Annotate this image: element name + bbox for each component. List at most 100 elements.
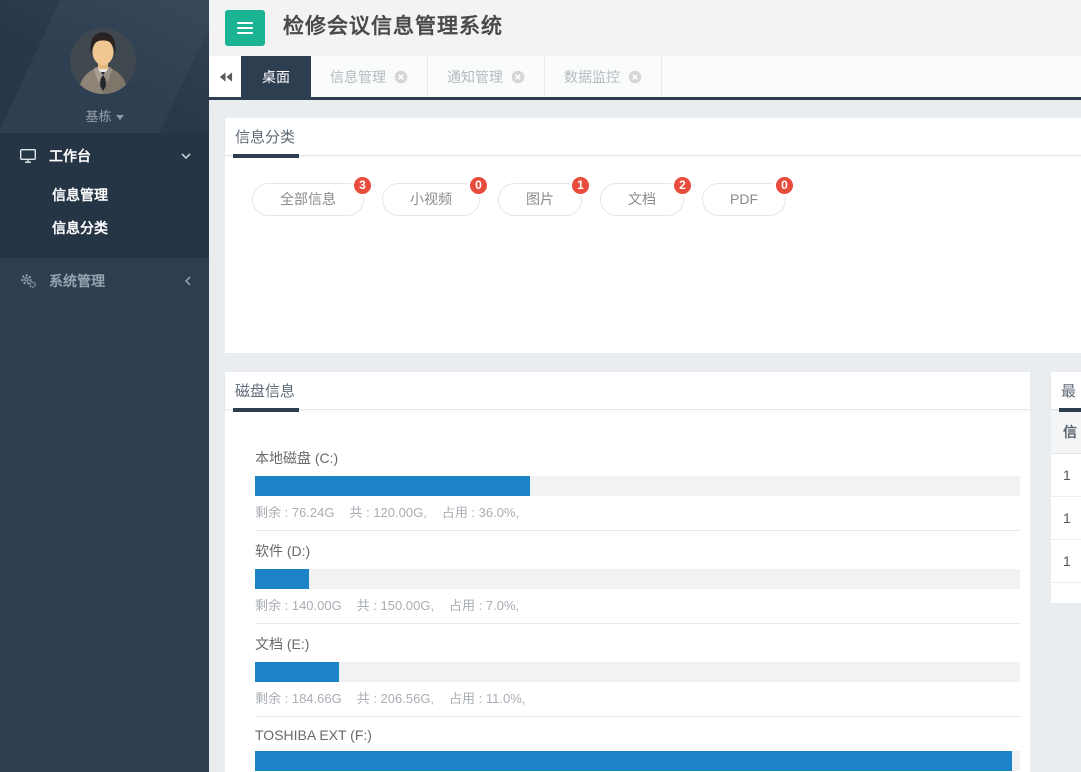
disk-used-percent: 占用 : 36.0%, — [442, 502, 519, 521]
disk-entry-disk-d: 软件 (D:) 剩余 : 140.00G 共 : 150.00G, 占用 : 7.0%… — [255, 541, 1020, 624]
pill-label: 文档 — [628, 191, 656, 207]
tab-bar: 桌面 信息管理 通知管理 数据监控 — [209, 56, 1081, 100]
panel-title: 信息分类 — [235, 126, 295, 147]
nav-group-workbench: 工作台 信息管理 信息分类 — [0, 133, 209, 258]
pill-label: 全部信息 — [280, 191, 336, 207]
sidebar-toggle-button[interactable] — [225, 10, 265, 46]
panel-latest-info: 最 信 111 — [1051, 372, 1081, 603]
disk-progress-track — [255, 476, 1020, 496]
table-row[interactable]: 1 — [1051, 454, 1081, 497]
disk-total: 共 : 150.00G, — [357, 595, 434, 614]
disk-label: 本地磁盘 (C:) — [255, 448, 1020, 468]
panel-title: 磁盘信息 — [235, 380, 295, 401]
caret-down-icon — [116, 108, 124, 123]
sidebar-item-info-category[interactable]: 信息分类 — [0, 212, 209, 245]
tabs-rewind-button[interactable] — [209, 56, 241, 97]
category-pill-pdf[interactable]: PDF0 — [702, 183, 786, 216]
profile-section: 基栋 — [0, 0, 209, 133]
badge-count: 0 — [774, 175, 795, 196]
tab-label: 通知管理 — [447, 67, 503, 87]
divider — [255, 623, 1020, 624]
badge-count: 2 — [672, 175, 693, 196]
tab-notification-management[interactable]: 通知管理 — [428, 56, 545, 97]
sidebar-item-info-management[interactable]: 信息管理 — [0, 179, 209, 212]
hamburger-icon — [237, 22, 253, 24]
disk-list: 本地磁盘 (C:) 剩余 : 76.24G 共 : 120.00G, 占用 : 36.… — [225, 410, 1030, 772]
sidebar-nav: 工作台 信息管理 信息分类 系统管理 — [0, 133, 209, 303]
pill-label: 小视频 — [410, 191, 452, 207]
panel-title: 最 — [1061, 380, 1076, 401]
disk-used-percent: 占用 : 11.0%, — [449, 688, 525, 707]
table-row[interactable]: 1 — [1051, 540, 1081, 583]
disk-stats: 剩余 : 140.00G 共 : 150.00G, 占用 : 7.0%, — [255, 595, 1020, 614]
top-header: 检修会议信息管理系统 — [209, 0, 1081, 56]
close-icon[interactable] — [511, 70, 525, 84]
table-body: 111 — [1051, 454, 1081, 583]
disk-progress-fill — [255, 751, 1012, 771]
category-pill-document[interactable]: 文档2 — [600, 183, 684, 216]
divider — [255, 530, 1020, 531]
username-text: 基栋 — [85, 109, 111, 124]
chevron-left-icon — [185, 276, 191, 286]
tab-label: 桌面 — [262, 67, 290, 87]
disk-remaining: 剩余 : 140.00G — [255, 595, 342, 614]
disk-total: 共 : 120.00G, — [349, 502, 426, 521]
app-window: 基栋 工作台 信息管理 信息分类 — [0, 0, 1081, 772]
category-pill-all-info[interactable]: 全部信息3 — [252, 183, 364, 216]
disk-label: 软件 (D:) — [255, 541, 1020, 561]
tab-label: 信息管理 — [330, 67, 386, 87]
tabs-container: 桌面 信息管理 通知管理 数据监控 — [241, 56, 662, 97]
table-row[interactable]: 1 — [1051, 497, 1081, 540]
sidebar-item-label: 工作台 — [49, 146, 91, 166]
panel-disk-info: 磁盘信息 本地磁盘 (C:) 剩余 : 76.24G 共 : 120.00G, 占用 … — [225, 372, 1030, 772]
sidebar: 基栋 工作台 信息管理 信息分类 — [0, 0, 209, 772]
table-header: 信 — [1051, 410, 1081, 454]
disk-total: 共 : 206.56G, — [357, 688, 434, 707]
category-pill-short-video[interactable]: 小视频0 — [382, 183, 480, 216]
disk-label: 文档 (E:) — [255, 634, 1020, 654]
disk-stats: 剩余 : 184.66G 共 : 206.56G, 占用 : 11.0%, — [255, 688, 1020, 707]
disk-remaining: 剩余 : 76.24G — [255, 502, 334, 521]
tab-data-monitoring[interactable]: 数据监控 — [545, 56, 662, 97]
username-dropdown[interactable]: 基栋 — [0, 106, 209, 125]
disk-progress-track — [255, 751, 1020, 771]
panel-header: 磁盘信息 — [225, 372, 1030, 410]
disk-progress-fill — [255, 662, 339, 682]
avatar — [70, 28, 136, 94]
sidebar-item-workbench[interactable]: 工作台 — [0, 133, 209, 179]
close-icon[interactable] — [628, 70, 642, 84]
panel-header: 信息分类 — [225, 118, 1081, 156]
active-tab-indicator — [233, 154, 299, 158]
badge-count: 1 — [570, 175, 591, 196]
disk-entry-disk-e: 文档 (E:) 剩余 : 184.66G 共 : 206.56G, 占用 : 11.0… — [255, 634, 1020, 717]
close-icon[interactable] — [394, 70, 408, 84]
disk-progress-track — [255, 569, 1020, 589]
chevron-down-icon — [181, 153, 191, 159]
sidebar-item-label: 系统管理 — [49, 271, 105, 291]
disk-progress-fill — [255, 476, 530, 496]
sidebar-item-system-management[interactable]: 系统管理 — [0, 258, 209, 303]
badge-count: 0 — [468, 175, 489, 196]
pill-label: 图片 — [526, 191, 554, 207]
disk-used-percent: 占用 : 7.0%, — [449, 595, 519, 614]
panel-info-category: 信息分类 全部信息3小视频0图片1文档2PDF0 — [225, 118, 1081, 353]
tab-label: 数据监控 — [564, 67, 620, 87]
pill-label: PDF — [730, 191, 758, 207]
tab-info-management[interactable]: 信息管理 — [311, 56, 428, 97]
tab-desktop[interactable]: 桌面 — [241, 56, 311, 97]
rewind-icon — [218, 71, 233, 83]
disk-progress-track — [255, 662, 1020, 682]
divider — [255, 716, 1020, 717]
active-tab-indicator — [1059, 408, 1081, 412]
disk-entry-disk-c: 本地磁盘 (C:) 剩余 : 76.24G 共 : 120.00G, 占用 : 36.… — [255, 448, 1020, 531]
category-buttons: 全部信息3小视频0图片1文档2PDF0 — [225, 156, 1081, 216]
disk-remaining: 剩余 : 184.66G — [255, 688, 342, 707]
avatar-illustration — [70, 28, 136, 94]
active-tab-indicator — [233, 408, 299, 412]
page-title: 检修会议信息管理系统 — [283, 0, 503, 54]
disk-stats: 剩余 : 76.24G 共 : 120.00G, 占用 : 36.0%, — [255, 502, 1020, 521]
disk-progress-fill — [255, 569, 309, 589]
panel-header: 最 — [1051, 372, 1081, 410]
category-pill-image[interactable]: 图片1 — [498, 183, 582, 216]
monitor-icon — [20, 149, 37, 163]
